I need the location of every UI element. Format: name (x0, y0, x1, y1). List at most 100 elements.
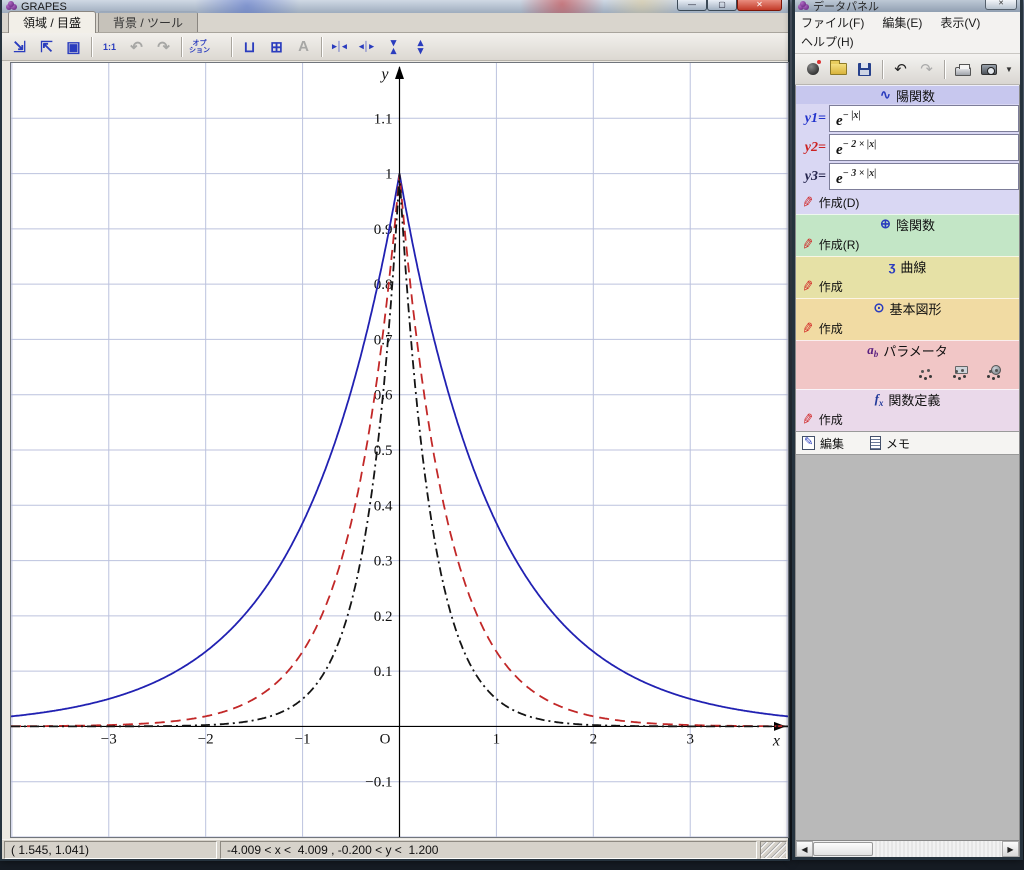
folder-icon (830, 63, 847, 75)
resize-grip[interactable] (760, 841, 787, 859)
options-icon[interactable]: オプ ション (187, 35, 212, 58)
svg-text:−1: −1 (295, 731, 311, 747)
parameter-buttons (796, 359, 1019, 389)
create-pen-icon: ✎ (801, 235, 816, 254)
panel-titlebar[interactable]: データパネル ✕ (795, 0, 1020, 12)
svg-text:2: 2 (590, 731, 598, 747)
open-file-icon[interactable] (827, 58, 850, 81)
tab-region-scale[interactable]: 領域 / 目盛 (8, 11, 96, 33)
narrow-y-icon[interactable]: ▾ ▴ (381, 35, 406, 58)
redo-icon[interactable]: ↷ (915, 58, 938, 81)
parameter-ab-icon: ab (867, 342, 878, 359)
section-function-definition: fx 関数定義 ✎ 作成 (796, 389, 1019, 431)
svg-text:1.1: 1.1 (374, 111, 393, 127)
minimize-button[interactable]: — (677, 0, 707, 11)
section-parameter: ab パラメータ (796, 340, 1019, 389)
panel-horizontal-scrollbar[interactable]: ◀ ▶ (796, 840, 1019, 857)
y3-base: e (836, 171, 843, 187)
axis-ratio-1-1-icon[interactable]: 1:1 (97, 35, 122, 58)
scroll-left-icon[interactable]: ◀ (796, 841, 813, 857)
redo-view-icon[interactable]: ↷ (151, 35, 176, 58)
basic-figure-create-label: 作成 (819, 320, 843, 337)
fx-icon: fx (875, 391, 884, 408)
scrollbar-thumb[interactable] (813, 842, 873, 856)
panel-title: データパネル (813, 0, 879, 14)
memo-label: メモ (886, 435, 910, 452)
edit-label: 編集 (820, 435, 844, 452)
function-definition-header: fx 関数定義 (796, 389, 1019, 408)
explicit-create-button[interactable]: ✎ 作成(D) (796, 191, 1019, 214)
scroll-right-icon[interactable]: ▶ (1002, 841, 1019, 857)
main-toolbar: ⇲ ⇱ ▣ 1:1 ↶ ↷ オプ ション ⊔ ⊞ A ▸│◂ ◂│▸ ▾ ▴ ▴… (2, 33, 788, 61)
create-pen-icon: ✎ (801, 277, 816, 296)
axis-label-icon[interactable]: A (291, 35, 316, 58)
menu-view[interactable]: 表示(V) (938, 13, 982, 32)
data-panel-window: データパネル ✕ ファイル(F) 編集(E) 表示(V) ヘルプ(H) ↶ ↷ … (792, 0, 1023, 860)
function-row-y3: y3= e− 3 × |x| (796, 162, 1019, 191)
menu-file[interactable]: ファイル(F) (799, 13, 866, 32)
parameter-anim-icon-1[interactable] (915, 366, 937, 382)
explicit-curve-icon: ∿ (880, 87, 891, 103)
widen-y-icon[interactable]: ▴ ▾ (408, 35, 433, 58)
widen-x-icon[interactable]: ◂│▸ (354, 35, 379, 58)
new-document-icon[interactable] (801, 58, 824, 81)
graph-area[interactable]: −3−2−1123−0.10.10.20.30.40.50.60.70.80.9… (10, 62, 789, 838)
zoom-in-region-icon[interactable]: ⇱ (34, 35, 59, 58)
y3-expression-input[interactable]: e− 3 × |x| (829, 163, 1019, 190)
function-definition-create-button[interactable]: ✎ 作成 (796, 408, 1019, 431)
trace-region-icon[interactable]: ⊔ (237, 35, 262, 58)
implicit-create-button[interactable]: ✎ 作成(R) (796, 233, 1019, 256)
undo-view-icon[interactable]: ↶ (124, 35, 149, 58)
section-implicit-function: ⊕ 陰関数 ✎ 作成(R) (796, 214, 1019, 256)
basic-figure-title: 基本図形 (889, 299, 941, 318)
parameter-slider-icon[interactable] (949, 366, 971, 382)
save-file-icon[interactable] (853, 58, 876, 81)
status-axis-range: -4.009 < x < 4.009 , -0.200 < y < 1.200 (220, 841, 757, 859)
tab-background-tools[interactable]: 背景 / ツール (98, 11, 198, 32)
implicit-function-title: 陰関数 (896, 215, 935, 234)
create-pen-icon: ✎ (801, 319, 816, 338)
print-icon[interactable] (951, 58, 974, 81)
basic-figure-header: ⊙ 基本図形 (796, 298, 1019, 317)
y2-expression-input[interactable]: e− 2 × |x| (829, 134, 1019, 161)
copy-region-icon[interactable]: ▣ (61, 35, 86, 58)
memo-button[interactable]: メモ (870, 435, 910, 452)
toolbar-separator (944, 60, 945, 79)
memo-document-icon (870, 436, 881, 450)
curve-create-button[interactable]: ✎ 作成 (796, 275, 1019, 298)
grid-settings-icon[interactable]: ⊞ (264, 35, 289, 58)
basic-figure-create-button[interactable]: ✎ 作成 (796, 317, 1019, 340)
svg-text:0.2: 0.2 (374, 609, 393, 625)
capture-icon[interactable] (977, 58, 1000, 81)
toolbar-separator (321, 37, 322, 57)
y1-base: e (836, 113, 843, 129)
menu-help[interactable]: ヘルプ(H) (799, 32, 856, 51)
maximize-button[interactable]: ▢ (707, 0, 737, 11)
undo-icon[interactable]: ↶ (889, 58, 912, 81)
capture-dropdown-icon[interactable]: ▼ (1003, 58, 1015, 81)
menu-edit[interactable]: 編集(E) (880, 13, 924, 32)
y1-exponent: − |x| (843, 110, 861, 121)
main-titlebar[interactable]: GRAPES — ▢ ✕ (2, 0, 788, 13)
function-plot[interactable]: −3−2−1123−0.10.10.20.30.40.50.60.70.80.9… (11, 63, 788, 837)
toolbar-separator (91, 37, 92, 57)
basic-figure-dot-icon: ⊙ (874, 300, 885, 316)
curve-title: 曲線 (900, 257, 926, 276)
y3-label: y3= (796, 169, 829, 185)
zoom-out-region-icon[interactable]: ⇲ (7, 35, 32, 58)
panel-close-button[interactable]: ✕ (985, 0, 1017, 10)
toolbar-separator (882, 60, 883, 79)
section-basic-figure: ⊙ 基本図形 ✎ 作成 (796, 298, 1019, 340)
floppy-icon (858, 63, 871, 76)
svg-text:0.4: 0.4 (374, 498, 393, 514)
close-button[interactable]: ✕ (737, 0, 782, 11)
parameter-title: パラメータ (883, 341, 948, 360)
svg-text:3: 3 (686, 731, 694, 747)
narrow-x-icon[interactable]: ▸│◂ (327, 35, 352, 58)
explicit-create-label: 作成(D) (819, 194, 860, 211)
y1-expression-input[interactable]: e− |x| (829, 105, 1019, 132)
edit-button[interactable]: 編集 (802, 435, 844, 452)
svg-text:−0.1: −0.1 (365, 775, 392, 791)
parameter-dial-icon[interactable] (983, 366, 1005, 382)
scrollbar-track[interactable] (873, 841, 1002, 857)
